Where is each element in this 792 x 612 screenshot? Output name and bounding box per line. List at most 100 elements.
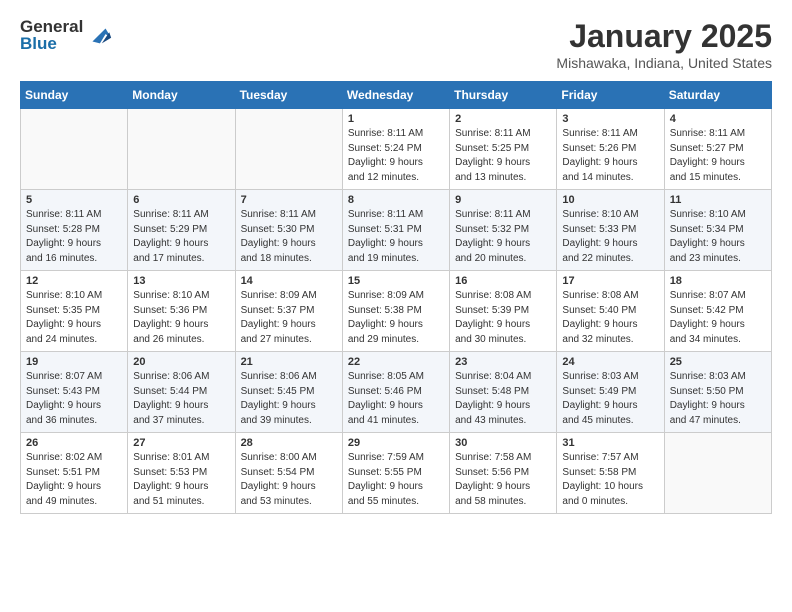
calendar-cell: 3 Sunrise: 8:11 AM Sunset: 5:26 PM Daylig…: [557, 109, 664, 190]
day-number: 4: [670, 113, 766, 125]
day-info: Sunrise: 7:58 AM Sunset: 5:56 PM Dayligh…: [455, 451, 551, 509]
day-info: Sunrise: 8:07 AM Sunset: 5:43 PM Dayligh…: [26, 370, 122, 428]
weekday-header-tuesday: Tuesday: [235, 82, 342, 109]
calendar-cell: 25Sunrise: 8:03 AM Sunset: 5:50 PM Dayli…: [664, 352, 771, 433]
calendar-cell: 20 Sunrise: 8:06 AM Sunset: 5:44 PM Dayli…: [128, 352, 235, 433]
day-number: 26: [26, 437, 122, 449]
day-number: 15: [348, 275, 444, 287]
calendar-cell: 16Sunrise: 8:08 AM Sunset: 5:39 PM Dayli…: [450, 271, 557, 352]
weekday-header-thursday: Thursday: [450, 82, 557, 109]
calendar-cell: 18Sunrise: 8:07 AM Sunset: 5:42 PM Dayli…: [664, 271, 771, 352]
calendar-cell: [128, 109, 235, 190]
day-number: 12: [26, 275, 122, 287]
day-number: 2: [455, 113, 551, 125]
day-number: 7: [241, 194, 337, 206]
calendar-cell: 7 Sunrise: 8:11 AM Sunset: 5:30 PM Daylig…: [235, 190, 342, 271]
day-number: 22: [348, 356, 444, 368]
day-info: Sunrise: 8:11 AM Sunset: 5:24 PM Dayligh…: [348, 127, 444, 185]
calendar-cell: 27Sunrise: 8:01 AM Sunset: 5:53 PM Dayli…: [128, 433, 235, 514]
calendar-cell: 24 Sunrise: 8:03 AM Sunset: 5:49 PM Dayli…: [557, 352, 664, 433]
day-info: Sunrise: 7:57 AM Sunset: 5:58 PM Dayligh…: [562, 451, 658, 509]
calendar-cell: 30 Sunrise: 7:58 AM Sunset: 5:56 PM Dayli…: [450, 433, 557, 514]
calendar-cell: 21 Sunrise: 8:06 AM Sunset: 5:45 PM Dayli…: [235, 352, 342, 433]
day-number: 31: [562, 437, 658, 449]
calendar-cell: 23 Sunrise: 8:04 AM Sunset: 5:48 PM Dayli…: [450, 352, 557, 433]
calendar-cell: 29 Sunrise: 7:59 AM Sunset: 5:55 PM Dayli…: [342, 433, 449, 514]
week-row-2: 5Sunrise: 8:11 AM Sunset: 5:28 PM Daylig…: [21, 190, 772, 271]
day-number: 1: [348, 113, 444, 125]
day-number: 30: [455, 437, 551, 449]
calendar-cell: 11 Sunrise: 8:10 AM Sunset: 5:34 PM Dayli…: [664, 190, 771, 271]
logo-blue: Blue: [20, 35, 83, 52]
day-number: 23: [455, 356, 551, 368]
day-info: Sunrise: 8:11 AM Sunset: 5:29 PM Dayligh…: [133, 208, 229, 266]
day-number: 3: [562, 113, 658, 125]
weekday-header-wednesday: Wednesday: [342, 82, 449, 109]
calendar-cell: 17 Sunrise: 8:08 AM Sunset: 5:40 PM Dayli…: [557, 271, 664, 352]
day-info: Sunrise: 8:11 AM Sunset: 5:26 PM Dayligh…: [562, 127, 658, 185]
day-info: Sunrise: 8:11 AM Sunset: 5:30 PM Dayligh…: [241, 208, 337, 266]
logo: General Blue: [20, 18, 113, 52]
day-number: 19: [26, 356, 122, 368]
day-info: Sunrise: 8:02 AM Sunset: 5:51 PM Dayligh…: [26, 451, 122, 509]
day-info: Sunrise: 8:00 AM Sunset: 5:54 PM Dayligh…: [241, 451, 337, 509]
day-number: 25: [670, 356, 766, 368]
calendar-cell: 10Sunrise: 8:10 AM Sunset: 5:33 PM Dayli…: [557, 190, 664, 271]
day-info: Sunrise: 8:08 AM Sunset: 5:39 PM Dayligh…: [455, 289, 551, 347]
calendar-cell: 1 Sunrise: 8:11 AM Sunset: 5:24 PM Daylig…: [342, 109, 449, 190]
weekday-header-saturday: Saturday: [664, 82, 771, 109]
calendar-cell: [21, 109, 128, 190]
calendar-cell: [664, 433, 771, 514]
calendar-cell: 4Sunrise: 8:11 AM Sunset: 5:27 PM Daylig…: [664, 109, 771, 190]
day-info: Sunrise: 8:09 AM Sunset: 5:38 PM Dayligh…: [348, 289, 444, 347]
day-info: Sunrise: 8:10 AM Sunset: 5:34 PM Dayligh…: [670, 208, 766, 266]
logo-general: General: [20, 18, 83, 35]
day-number: 28: [241, 437, 337, 449]
calendar-cell: 22 Sunrise: 8:05 AM Sunset: 5:46 PM Dayli…: [342, 352, 449, 433]
day-number: 17: [562, 275, 658, 287]
calendar-cell: 12 Sunrise: 8:10 AM Sunset: 5:35 PM Dayli…: [21, 271, 128, 352]
calendar-cell: [235, 109, 342, 190]
day-info: Sunrise: 7:59 AM Sunset: 5:55 PM Dayligh…: [348, 451, 444, 509]
day-number: 24: [562, 356, 658, 368]
day-info: Sunrise: 8:11 AM Sunset: 5:25 PM Dayligh…: [455, 127, 551, 185]
day-number: 6: [133, 194, 229, 206]
weekday-header-monday: Monday: [128, 82, 235, 109]
weekday-header-friday: Friday: [557, 82, 664, 109]
day-info: Sunrise: 8:08 AM Sunset: 5:40 PM Dayligh…: [562, 289, 658, 347]
day-info: Sunrise: 8:05 AM Sunset: 5:46 PM Dayligh…: [348, 370, 444, 428]
day-number: 8: [348, 194, 444, 206]
calendar-cell: 8 Sunrise: 8:11 AM Sunset: 5:31 PM Daylig…: [342, 190, 449, 271]
calendar-cell: 14 Sunrise: 8:09 AM Sunset: 5:37 PM Dayli…: [235, 271, 342, 352]
day-number: 29: [348, 437, 444, 449]
day-number: 9: [455, 194, 551, 206]
day-number: 20: [133, 356, 229, 368]
day-info: Sunrise: 8:11 AM Sunset: 5:32 PM Dayligh…: [455, 208, 551, 266]
calendar-cell: 2 Sunrise: 8:11 AM Sunset: 5:25 PM Daylig…: [450, 109, 557, 190]
week-row-1: 1 Sunrise: 8:11 AM Sunset: 5:24 PM Daylig…: [21, 109, 772, 190]
calendar-cell: 9 Sunrise: 8:11 AM Sunset: 5:32 PM Daylig…: [450, 190, 557, 271]
calendar-cell: 5Sunrise: 8:11 AM Sunset: 5:28 PM Daylig…: [21, 190, 128, 271]
day-number: 5: [26, 194, 122, 206]
day-info: Sunrise: 8:10 AM Sunset: 5:33 PM Dayligh…: [562, 208, 658, 266]
day-number: 11: [670, 194, 766, 206]
header: General Blue January 2025 Mishawaka, Ind…: [20, 18, 772, 71]
day-info: Sunrise: 8:10 AM Sunset: 5:35 PM Dayligh…: [26, 289, 122, 347]
day-number: 14: [241, 275, 337, 287]
logo-icon: [85, 21, 113, 49]
day-info: Sunrise: 8:03 AM Sunset: 5:49 PM Dayligh…: [562, 370, 658, 428]
calendar-title: January 2025: [556, 18, 772, 55]
title-block: January 2025 Mishawaka, Indiana, United …: [556, 18, 772, 71]
day-info: Sunrise: 8:11 AM Sunset: 5:31 PM Dayligh…: [348, 208, 444, 266]
calendar-cell: 13Sunrise: 8:10 AM Sunset: 5:36 PM Dayli…: [128, 271, 235, 352]
calendar-subtitle: Mishawaka, Indiana, United States: [556, 55, 772, 71]
day-info: Sunrise: 8:04 AM Sunset: 5:48 PM Dayligh…: [455, 370, 551, 428]
day-info: Sunrise: 8:06 AM Sunset: 5:45 PM Dayligh…: [241, 370, 337, 428]
week-row-3: 12 Sunrise: 8:10 AM Sunset: 5:35 PM Dayli…: [21, 271, 772, 352]
week-row-5: 26 Sunrise: 8:02 AM Sunset: 5:51 PM Dayli…: [21, 433, 772, 514]
day-info: Sunrise: 8:06 AM Sunset: 5:44 PM Dayligh…: [133, 370, 229, 428]
calendar-cell: 19 Sunrise: 8:07 AM Sunset: 5:43 PM Dayli…: [21, 352, 128, 433]
day-info: Sunrise: 8:10 AM Sunset: 5:36 PM Dayligh…: [133, 289, 229, 347]
day-info: Sunrise: 8:09 AM Sunset: 5:37 PM Dayligh…: [241, 289, 337, 347]
day-number: 21: [241, 356, 337, 368]
